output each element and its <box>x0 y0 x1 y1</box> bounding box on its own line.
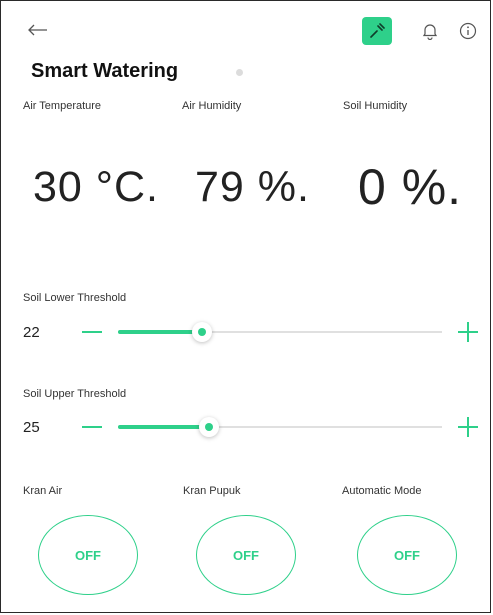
page-title: Smart Watering <box>31 60 179 82</box>
minus-icon <box>82 331 102 333</box>
automatic-mode-toggle[interactable]: OFF <box>357 515 457 595</box>
soil-humidity-value: 0 %. <box>358 159 463 215</box>
slider-fill <box>118 425 209 429</box>
bell-icon <box>422 24 438 40</box>
info-button[interactable] <box>457 20 479 42</box>
wrench-icon <box>370 23 385 38</box>
kran-pupuk-label: Kran Pupuk <box>183 485 241 497</box>
slider-thumb[interactable] <box>199 417 219 437</box>
kran-air-state: OFF <box>75 547 101 563</box>
kran-pupuk-toggle[interactable]: OFF <box>196 515 296 595</box>
info-icon <box>459 22 477 40</box>
back-button[interactable] <box>26 20 50 40</box>
slider-thumb-dot <box>205 423 213 431</box>
upper-threshold-increase-button[interactable] <box>458 417 478 437</box>
automatic-mode-state: OFF <box>394 547 420 563</box>
kran-air-label: Kran Air <box>23 485 63 497</box>
slider-thumb[interactable] <box>192 322 212 342</box>
kran-air-toggle[interactable]: OFF <box>38 515 138 595</box>
air-humidity-label: Air Humidity <box>182 100 242 112</box>
soil-upper-threshold-label: Soil Upper Threshold <box>23 388 127 400</box>
kran-pupuk-state: OFF <box>233 547 259 563</box>
soil-humidity-label: Soil Humidity <box>343 100 408 112</box>
soil-upper-threshold-slider[interactable] <box>118 417 442 437</box>
arrow-left-icon <box>28 24 47 36</box>
air-temperature-value: 30 °C. <box>33 163 159 211</box>
notifications-button[interactable] <box>420 20 440 42</box>
minus-icon <box>82 426 102 428</box>
air-temperature-label: Air Temperature <box>23 100 102 112</box>
status-dot <box>236 69 243 76</box>
lower-threshold-increase-button[interactable] <box>458 322 478 342</box>
tools-button[interactable] <box>362 17 392 45</box>
air-humidity-value: 79 %. <box>195 163 310 211</box>
soil-lower-threshold-value: 22 <box>23 324 40 341</box>
soil-upper-threshold-value: 25 <box>23 419 40 436</box>
slider-fill <box>118 330 202 334</box>
automatic-mode-label: Automatic Mode <box>342 485 422 497</box>
soil-lower-threshold-label: Soil Lower Threshold <box>23 292 127 304</box>
slider-thumb-dot <box>198 328 206 336</box>
soil-lower-threshold-slider[interactable] <box>118 322 442 342</box>
